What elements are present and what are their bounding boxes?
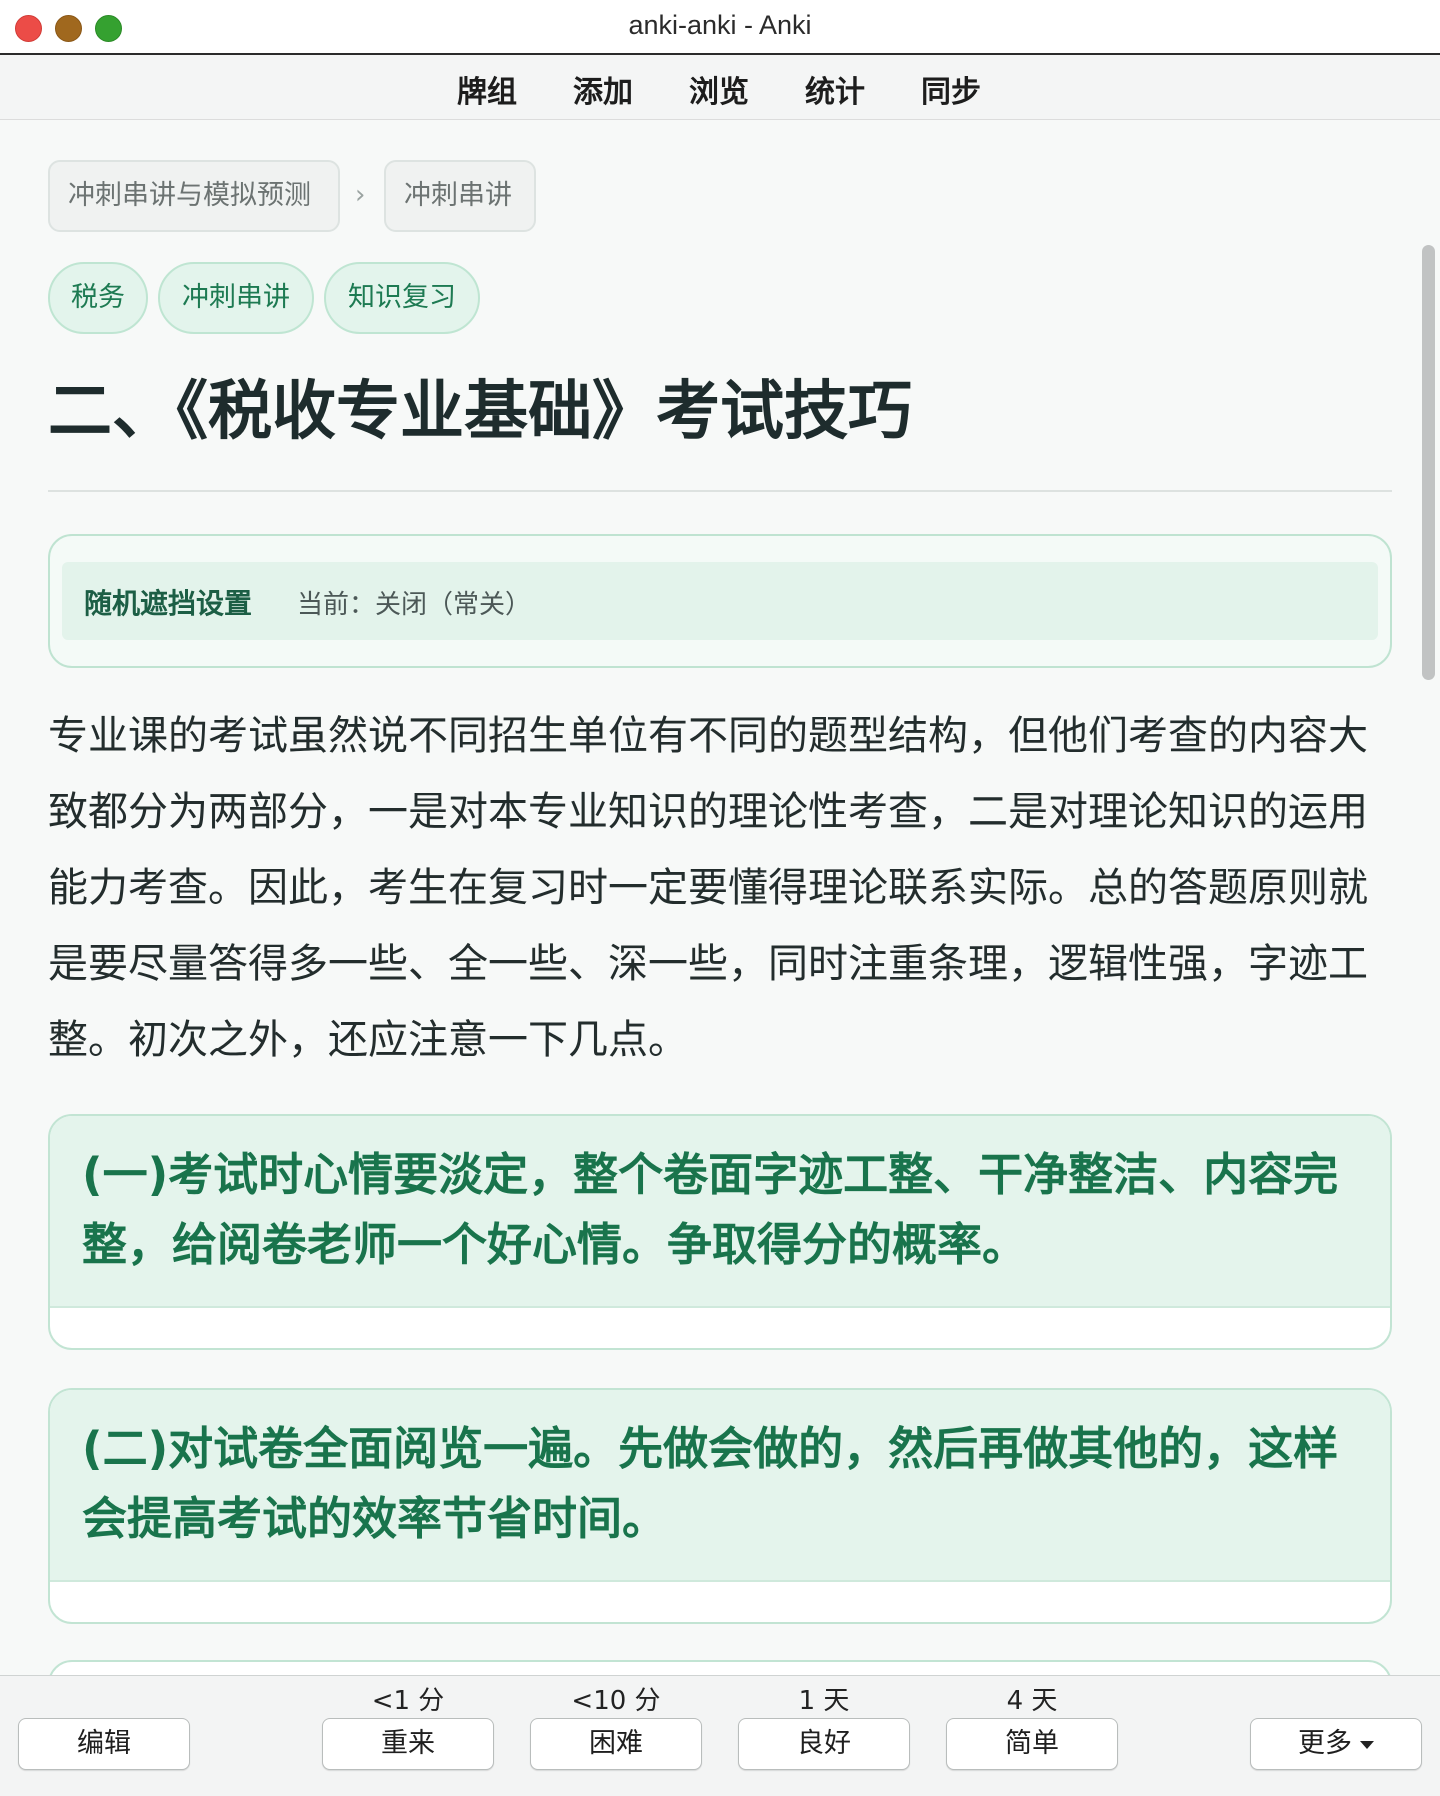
again-button[interactable]: 重来	[322, 1718, 494, 1770]
toolbar-decks[interactable]: 牌组	[457, 67, 517, 111]
section-heading: (一)考试时心情要淡定，整个卷面字迹工整、干净整洁、内容完整，给阅卷老师一个好心…	[50, 1116, 1390, 1308]
title-divider	[48, 490, 1392, 492]
mask-settings-label: 随机遮挡设置	[84, 587, 253, 620]
section-card: (一)考试时心情要淡定，整个卷面字迹工整、干净整洁、内容完整，给阅卷老师一个好心…	[48, 1114, 1392, 1350]
toolbar-browse[interactable]: 浏览	[689, 67, 749, 111]
chevron-down-icon	[1360, 1740, 1374, 1749]
easy-button[interactable]: 简单	[946, 1718, 1118, 1770]
edit-button[interactable]: 编辑	[18, 1718, 190, 1770]
section-heading: (二)对试卷全面阅览一遍。先做会做的，然后再做其他的，这样会提高考试的效率节省时…	[50, 1390, 1390, 1582]
window-titlebar: anki-anki - Anki	[0, 0, 1440, 55]
good-button[interactable]: 良好	[738, 1718, 910, 1770]
more-button[interactable]: 更多	[1250, 1718, 1422, 1770]
random-mask-settings[interactable]: 随机遮挡设置 当前：关闭（常关）	[48, 534, 1392, 668]
section-card: (二)对试卷全面阅览一遍。先做会做的，然后再做其他的，这样会提高考试的效率节省时…	[48, 1388, 1392, 1624]
again-interval: <1 分	[371, 1686, 445, 1716]
breadcrumb-subdeck[interactable]: 冲刺串讲	[384, 160, 536, 232]
answer-bar: 编辑 <1 分 重来 <10 分 困难 1 天 良好 4 天 简单 更多	[0, 1675, 1440, 1796]
hard-interval: <10 分	[571, 1686, 661, 1716]
tag-chip[interactable]: 知识复习	[324, 262, 480, 334]
hard-button[interactable]: 困难	[530, 1718, 702, 1770]
breadcrumb-deck[interactable]: 冲刺串讲与模拟预测	[48, 160, 340, 232]
tag-chip[interactable]: 冲刺串讲	[158, 262, 314, 334]
good-interval: 1 天	[798, 1686, 850, 1716]
mask-settings-bar[interactable]: 随机遮挡设置 当前：关闭（常关）	[62, 562, 1378, 640]
more-button-label: 更多	[1298, 1728, 1352, 1759]
mask-settings-status: 当前：关闭（常关）	[297, 590, 532, 620]
window-title: anki-anki - Anki	[628, 10, 812, 40]
toolbar-stats[interactable]: 统计	[805, 67, 865, 111]
card-title: 二、《税收专业基础》考试技巧	[48, 375, 912, 449]
vertical-scrollbar[interactable]	[1422, 245, 1435, 680]
tag-chip[interactable]: 税务	[48, 262, 148, 334]
toolbar-add[interactable]: 添加	[573, 67, 633, 111]
easy-interval: 4 天	[1006, 1686, 1058, 1716]
main-toolbar: 牌组 添加 浏览 统计 同步	[0, 55, 1440, 120]
breadcrumb-separator: ›	[355, 180, 366, 210]
toolbar-sync[interactable]: 同步	[921, 67, 981, 111]
card-intro-text: 专业课的考试虽然说不同招生单位有不同的题型结构，但他们考查的内容大致都分为两部分…	[48, 713, 1368, 1063]
